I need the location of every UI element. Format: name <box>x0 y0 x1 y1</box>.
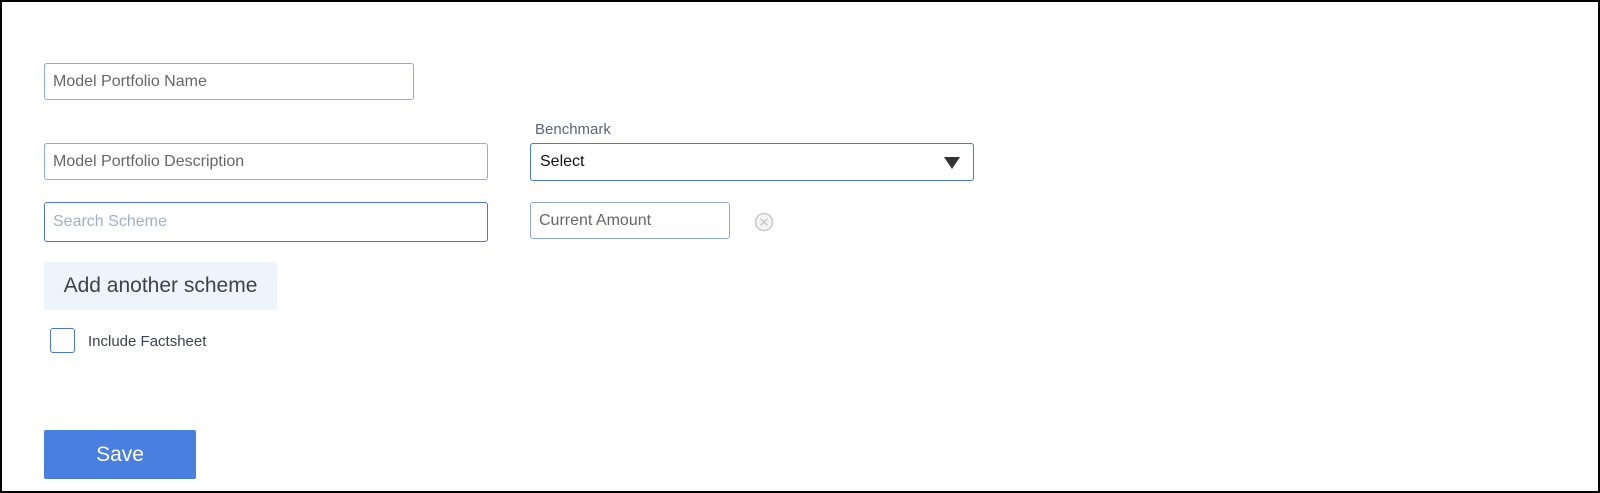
portfolio-description-input[interactable] <box>44 143 488 180</box>
benchmark-label: Benchmark <box>535 121 611 138</box>
page-frame: Benchmark Select Add another scheme Incl… <box>0 0 1600 493</box>
current-amount-input[interactable] <box>530 202 730 239</box>
save-button[interactable]: Save <box>44 430 196 479</box>
search-scheme-input[interactable] <box>44 202 488 242</box>
add-another-scheme-button[interactable]: Add another scheme <box>44 262 277 310</box>
close-circle-icon[interactable] <box>754 212 774 232</box>
include-factsheet-label: Include Factsheet <box>88 333 207 350</box>
triangle-down-icon <box>944 157 960 169</box>
benchmark-selected-value: Select <box>540 153 585 170</box>
benchmark-select[interactable]: Select <box>530 143 974 181</box>
include-factsheet-checkbox[interactable] <box>50 328 75 353</box>
portfolio-name-input[interactable] <box>44 63 414 100</box>
